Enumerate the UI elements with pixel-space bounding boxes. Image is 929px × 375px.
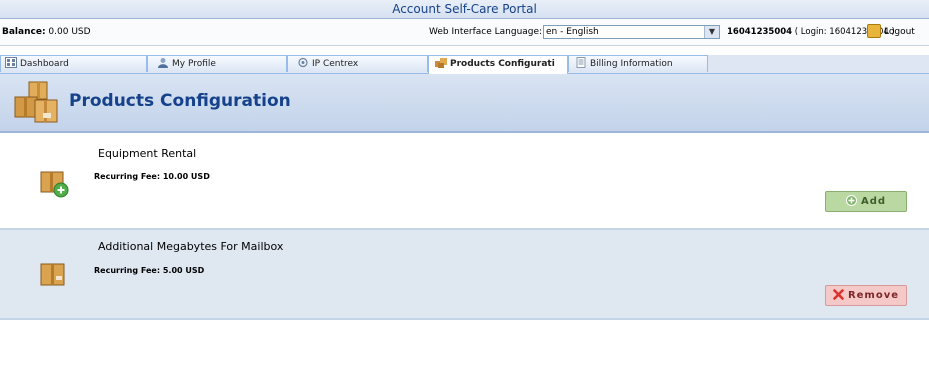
product-row-equipment-rental: Equipment Rental Recurring Fee: 10.00 US… xyxy=(0,133,929,230)
page-header: Products Configuration xyxy=(0,74,929,133)
remove-label: Remove xyxy=(847,290,900,301)
tab-my-profile[interactable]: My Profile xyxy=(147,55,287,72)
balance: Balance: 0.00 USD xyxy=(2,19,91,45)
boxes-icon xyxy=(14,81,58,123)
product-name: Equipment Rental xyxy=(98,147,197,160)
language-value: en - English xyxy=(546,27,599,37)
logout-button[interactable]: Logout xyxy=(867,19,915,45)
recurring-fee: Recurring Fee: 10.00 USD xyxy=(94,172,210,181)
tab-products-configuration[interactable]: Products Configurati xyxy=(428,55,568,74)
tab-dashboard[interactable]: Dashboard xyxy=(0,55,147,72)
product-name: Additional Megabytes For Mailbox xyxy=(98,240,284,253)
page-title: Products Configuration xyxy=(69,91,291,111)
tab-label: My Profile xyxy=(172,59,216,69)
network-icon xyxy=(298,57,308,68)
tab-label: Billing Information xyxy=(590,59,673,69)
tab-label: IP Centrex xyxy=(312,59,359,69)
tab-label: Products Configurati xyxy=(450,59,555,69)
products-icon xyxy=(435,58,447,68)
product-row-additional-megabytes: Additional Megabytes For Mailbox Recurri… xyxy=(0,230,929,320)
add-button[interactable]: Add xyxy=(825,191,907,212)
tab-bar: Dashboard My Profile IP Centrex Products… xyxy=(0,55,929,74)
add-label: Add xyxy=(860,196,887,207)
box-add-icon xyxy=(40,171,69,198)
account-id: 16041235004 xyxy=(727,27,793,37)
tab-ip-centrex[interactable]: IP Centrex xyxy=(287,55,428,72)
lock-icon xyxy=(867,23,881,38)
dashboard-icon xyxy=(5,57,17,68)
logout-label: Logout xyxy=(884,27,915,37)
tab-label: Dashboard xyxy=(20,59,69,69)
remove-button[interactable]: Remove xyxy=(825,285,907,306)
close-icon xyxy=(833,288,844,300)
user-icon xyxy=(158,58,168,68)
balance-label: Balance: xyxy=(2,27,46,37)
balance-value: 0.00 USD xyxy=(48,27,91,37)
language-label: Web Interface Language: xyxy=(429,27,543,37)
add-circle-icon xyxy=(845,194,857,206)
portal-title: Account Self-Care Portal xyxy=(0,0,929,19)
chevron-down-icon[interactable]: ▼ xyxy=(704,26,719,38)
document-icon xyxy=(576,57,586,68)
recurring-fee: Recurring Fee: 5.00 USD xyxy=(94,266,205,275)
tab-billing-information[interactable]: Billing Information xyxy=(568,55,708,72)
language-select[interactable]: en - English ▼ xyxy=(543,25,720,39)
box-icon xyxy=(40,263,65,286)
info-bar: Balance: 0.00 USD Web Interface Language… xyxy=(0,19,929,46)
